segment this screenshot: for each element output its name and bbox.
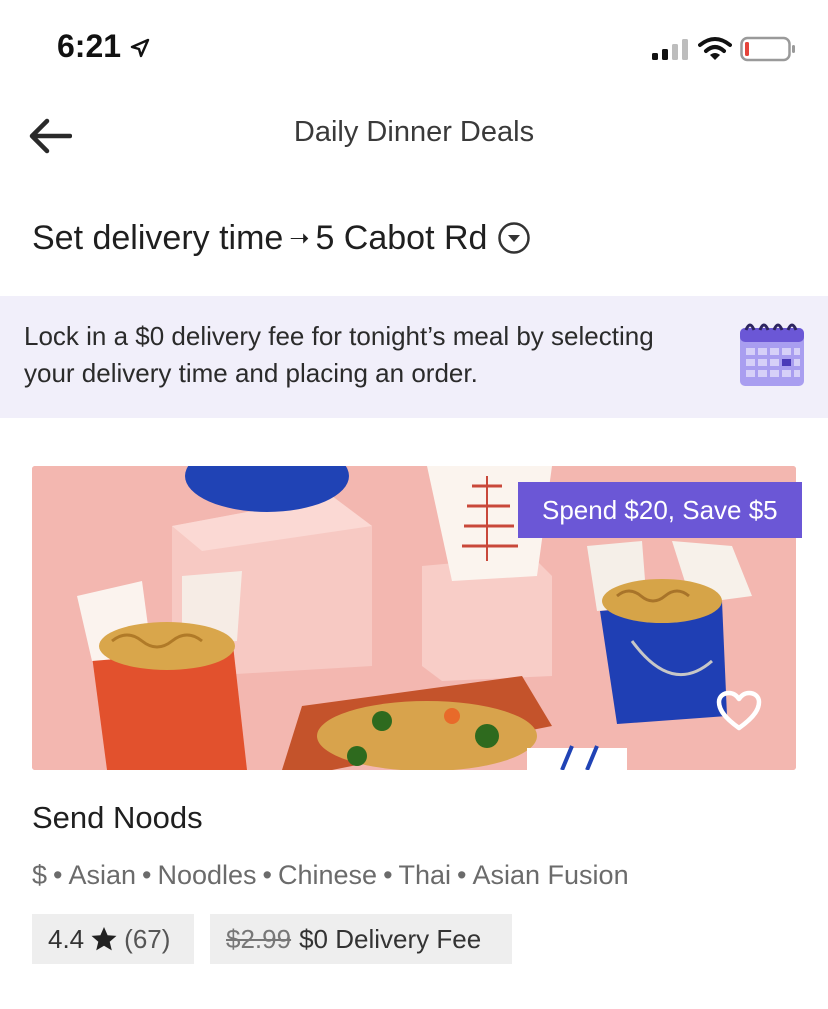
promo-banner: Lock in a $0 delivery fee for tonight’s …	[0, 296, 828, 418]
page-title: Daily Dinner Deals	[293, 116, 535, 148]
rating-badge: 4.4 (67)	[32, 914, 194, 964]
tag-price: $	[32, 860, 48, 890]
delivery-time-selector[interactable]: Set delivery time ➝ 5 Cabot Rd	[32, 212, 531, 264]
original-delivery-fee: $2.99	[226, 923, 292, 954]
nav-bar: Daily Dinner Deals	[0, 100, 828, 170]
dropdown-chevron-icon	[498, 222, 531, 254]
calendar-icon	[740, 323, 804, 386]
tag-separator: •	[53, 860, 63, 890]
deal-badge: Spend $20, Save $5	[518, 482, 802, 538]
tag-cuisine: Asian Fusion	[472, 860, 629, 890]
tag-separator: •	[383, 860, 393, 890]
rating-value: 4.4	[48, 923, 85, 954]
tag-separator: •	[142, 860, 152, 890]
status-bar: 6:21	[0, 0, 828, 100]
status-time: 6:21	[57, 28, 122, 64]
rating-count: (67)	[124, 923, 171, 954]
tag-cuisine: Chinese	[278, 860, 378, 890]
tag-cuisine: Noodles	[157, 860, 257, 890]
cellular-signal-icon	[652, 39, 688, 60]
store-tags: $ • Asian • Noodles • Chinese • Thai • Asian Fusio…	[32, 860, 629, 891]
battery-low-icon	[740, 36, 795, 62]
tag-cuisine: Thai	[398, 860, 452, 890]
tag-separator: •	[262, 860, 272, 890]
delivery-time-label: Set delivery time	[32, 218, 284, 257]
wifi-icon	[698, 37, 732, 60]
delivery-address: 5 Cabot Rd	[315, 218, 488, 257]
delivery-fee-label: $0 Delivery Fee	[299, 923, 482, 954]
store-name[interactable]: Send Noods	[32, 800, 203, 836]
delivery-fee-badge: $2.99 $0 Delivery Fee	[210, 914, 512, 964]
promo-message: Lock in a $0 delivery fee for tonight’s …	[24, 321, 654, 388]
star-icon	[91, 927, 117, 951]
arrow-icon: ➝	[289, 224, 310, 252]
favorite-heart-icon[interactable]	[716, 690, 762, 732]
tag-separator: •	[457, 860, 467, 890]
tag-cuisine: Asian	[68, 860, 137, 890]
location-arrow-icon	[130, 38, 150, 58]
